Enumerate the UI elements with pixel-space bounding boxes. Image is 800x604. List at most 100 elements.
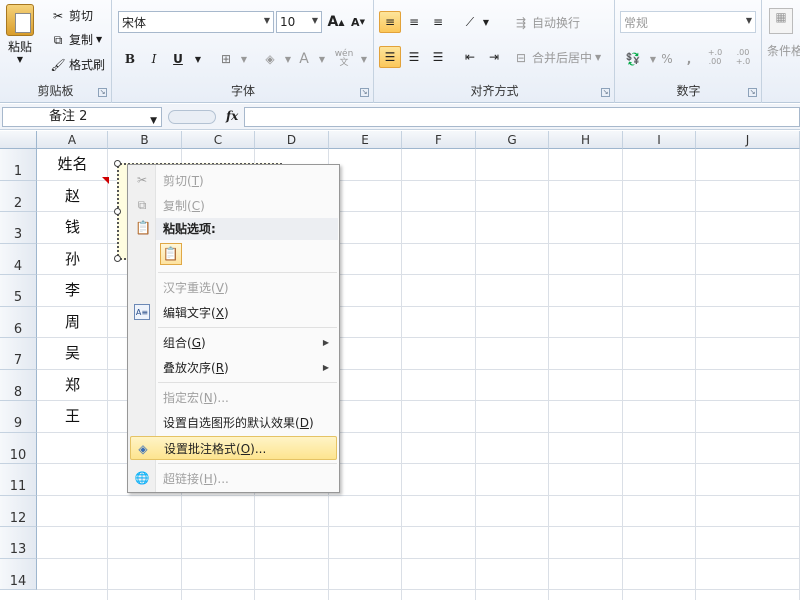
- column-header[interactable]: D: [255, 131, 329, 149]
- ribbon: 粘贴 ▼ ✂ 剪切 ⧉ 复制 ▼ 🖌 格式刷 剪贴板 ↘ 宋体 ▼ 10 ▼ A…: [0, 0, 800, 103]
- orientation-dropdown-icon[interactable]: ▼: [475, 11, 497, 33]
- column-header[interactable]: G: [476, 131, 549, 149]
- menu-item-assign-macro[interactable]: 指定宏(N)...: [130, 385, 337, 409]
- paste-options-header: 粘贴选项:: [156, 218, 338, 240]
- increase-indent-button[interactable]: ⇥: [483, 46, 505, 68]
- conditional-format-icon[interactable]: ▦: [769, 8, 793, 34]
- cell-a1[interactable]: 姓名: [37, 149, 108, 181]
- column-header[interactable]: C: [182, 131, 255, 149]
- column-header[interactable]: H: [549, 131, 623, 149]
- increase-decimal-button[interactable]: +.0 .00: [702, 46, 728, 68]
- number-format-combo[interactable]: 常规 ▼: [620, 11, 756, 33]
- cell-a3[interactable]: 钱: [37, 212, 108, 244]
- currency-icon[interactable]: 💱: [622, 48, 644, 70]
- shrink-font-button[interactable]: A▼: [347, 11, 369, 33]
- menu-item-set-default-shape[interactable]: 设置自选图形的默认效果(D): [130, 410, 337, 434]
- row-header[interactable]: 13: [0, 527, 37, 559]
- row-header[interactable]: 4: [0, 244, 37, 276]
- wrap-text-button[interactable]: ⇶ 自动换行: [513, 14, 580, 31]
- paste-option-keep-formatting-button[interactable]: 📋: [160, 243, 182, 265]
- row-header[interactable]: 7: [0, 338, 37, 370]
- resize-handle-middle-left[interactable]: [114, 208, 121, 215]
- column-header[interactable]: E: [329, 131, 402, 149]
- align-left-button[interactable]: ☰: [379, 46, 401, 68]
- cell-a5[interactable]: 李: [37, 275, 108, 307]
- name-box[interactable]: 备注 2 ▼: [2, 107, 162, 127]
- row-header[interactable]: 1: [0, 149, 37, 181]
- menu-item-edit-text[interactable]: A≡ 编辑文字(X): [130, 300, 337, 324]
- row-header[interactable]: 2: [0, 181, 37, 213]
- comma-button[interactable]: ,: [678, 48, 700, 70]
- formula-input[interactable]: [244, 107, 800, 127]
- underline-button[interactable]: U: [167, 48, 189, 70]
- row-header[interactable]: 8: [0, 370, 37, 402]
- format-painter-button[interactable]: 🖌 格式刷: [50, 56, 105, 73]
- clipboard-launcher-icon[interactable]: ↘: [98, 88, 107, 97]
- cell-a6[interactable]: 周: [37, 307, 108, 339]
- percent-button[interactable]: %: [656, 48, 678, 70]
- insert-function-button[interactable]: fx: [226, 109, 238, 123]
- row-header[interactable]: 5: [0, 275, 37, 307]
- cell-a7[interactable]: 吴: [37, 338, 108, 370]
- cell-a2[interactable]: 赵: [37, 181, 108, 213]
- column-header[interactable]: F: [402, 131, 476, 149]
- cut-button[interactable]: ✂ 剪切: [50, 7, 93, 24]
- menu-separator: [158, 272, 337, 273]
- align-right-button[interactable]: ☰: [427, 46, 449, 68]
- resize-handle-top-left[interactable]: [114, 160, 121, 167]
- comment-indicator-icon: [102, 177, 109, 184]
- row-header[interactable]: 14: [0, 559, 37, 591]
- font-size-dropdown-icon: ▼: [312, 16, 318, 25]
- column-header[interactable]: A: [37, 131, 108, 149]
- row-header[interactable]: 10: [0, 433, 37, 465]
- font-color-dropdown-icon[interactable]: ▼: [311, 48, 333, 70]
- grow-font-button[interactable]: A▲: [325, 11, 347, 33]
- bold-button[interactable]: B: [119, 48, 141, 70]
- paste-button[interactable]: 粘贴 ▼: [6, 4, 34, 64]
- row-header[interactable]: 12: [0, 496, 37, 528]
- column-header[interactable]: J: [696, 131, 800, 149]
- underline-dropdown-icon[interactable]: ▼: [187, 48, 209, 70]
- conditional-grid-icon: ▦: [769, 8, 793, 34]
- column-header[interactable]: I: [623, 131, 696, 149]
- conditional-format-button[interactable]: 条件格: [767, 42, 800, 59]
- font-name-combo[interactable]: 宋体 ▼: [118, 11, 274, 33]
- font-launcher-icon[interactable]: ↘: [360, 88, 369, 97]
- copy-button[interactable]: ⧉ 复制 ▼: [50, 31, 102, 48]
- align-center-button[interactable]: ☰: [403, 46, 425, 68]
- menu-item-hyperlink[interactable]: 🌐 超链接(H)...: [130, 466, 337, 490]
- menu-item-copy[interactable]: ⧉ 复制(C): [130, 193, 337, 217]
- menu-item-group[interactable]: 组合(G) ▶: [130, 330, 337, 354]
- border-dropdown-icon[interactable]: ▼: [233, 48, 255, 70]
- column-header[interactable]: B: [108, 131, 182, 149]
- resize-handle-bottom-left[interactable]: [114, 255, 121, 262]
- align-bottom-button[interactable]: ≡: [427, 11, 449, 33]
- phonetic-dropdown-icon[interactable]: ▼: [353, 48, 375, 70]
- name-box-dropdown-icon[interactable]: ▼: [150, 112, 157, 130]
- row-header[interactable]: 6: [0, 307, 37, 339]
- decrease-indent-button[interactable]: ⇤: [459, 46, 481, 68]
- menu-item-reconvert[interactable]: 汉字重选(V): [130, 275, 337, 299]
- align-middle-button[interactable]: ≡: [403, 11, 425, 33]
- phonetic-button[interactable]: wén文: [333, 48, 355, 70]
- formula-bar-splitter[interactable]: [168, 110, 216, 124]
- merge-center-button[interactable]: ⊟ 合并后居中 ▼: [513, 49, 601, 66]
- number-launcher-icon[interactable]: ↘: [748, 88, 757, 97]
- row-header[interactable]: 3: [0, 212, 37, 244]
- font-size-combo[interactable]: 10 ▼: [276, 11, 322, 33]
- align-top-button[interactable]: ≡: [379, 11, 401, 33]
- select-all-corner[interactable]: [0, 131, 37, 149]
- row-header[interactable]: 9: [0, 401, 37, 433]
- menu-item-cut[interactable]: ✂ 剪切(T): [130, 168, 337, 192]
- menu-item-order[interactable]: 叠放次序(R) ▶: [130, 355, 337, 379]
- cell-a9[interactable]: 王: [37, 401, 108, 433]
- italic-button[interactable]: I: [143, 48, 165, 70]
- menu-item-format-comment[interactable]: ◈ 设置批注格式(O)...: [130, 436, 337, 460]
- gridline-vertical: [401, 149, 402, 600]
- decrease-decimal-button[interactable]: .00 +.0: [730, 46, 756, 68]
- row-header[interactable]: 11: [0, 464, 37, 496]
- cell-a8[interactable]: 郑: [37, 370, 108, 402]
- cell-a4[interactable]: 孙: [37, 244, 108, 276]
- alignment-group: ≡ ≡ ≡ ⟋ ▼ ⇶ 自动换行 ☰ ☰ ☰ ⇤ ⇥ ⊟ 合并后居中 ▼ 对齐方…: [375, 0, 615, 103]
- alignment-launcher-icon[interactable]: ↘: [601, 88, 610, 97]
